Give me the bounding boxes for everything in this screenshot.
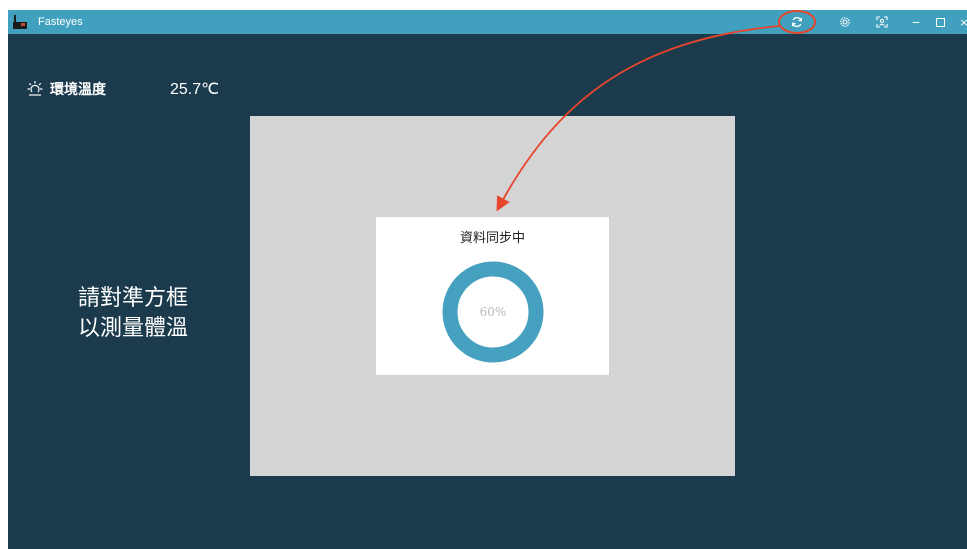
sync-button[interactable] <box>782 10 812 34</box>
instruction-line-2: 以測量體溫 <box>77 316 188 341</box>
face-frame-icon <box>876 16 888 28</box>
camera-device-icon <box>13 15 27 29</box>
maximize-icon <box>935 17 945 27</box>
close-button[interactable]: × <box>949 10 967 34</box>
camera-preview-frame: 資料同步中 60% <box>250 116 735 476</box>
app-title: Fasteyes <box>38 16 83 28</box>
gear-icon <box>840 17 850 27</box>
environment-temperature: 環境溫度 25.7℃ <box>26 76 219 102</box>
sync-progress-dialog: 資料同步中 60% <box>376 217 609 375</box>
app-window: Fasteyes − × 環境溫度 25.7℃ 請對準方框 以測量體溫 資料同步… <box>8 10 967 549</box>
settings-button[interactable] <box>830 10 860 34</box>
environment-temperature-value: 25.7℃ <box>170 81 220 98</box>
sync-dialog-title: 資料同步中 <box>459 231 525 246</box>
close-icon: × <box>959 15 967 29</box>
sync-progress-label: 60% <box>479 305 507 319</box>
sun-icon <box>27 81 43 96</box>
instruction-line-1: 請對準方框 <box>77 286 188 311</box>
sync-progress-ring: 60% <box>440 259 546 365</box>
environment-temperature-label: 環境溫度 <box>50 82 106 98</box>
title-bar[interactable]: Fasteyes − × <box>8 10 967 34</box>
minimize-icon: − <box>911 15 921 29</box>
refresh-icon <box>791 16 803 28</box>
face-frame-button[interactable] <box>867 10 897 34</box>
measure-instruction: 請對準方框 以測量體溫 <box>48 284 218 344</box>
